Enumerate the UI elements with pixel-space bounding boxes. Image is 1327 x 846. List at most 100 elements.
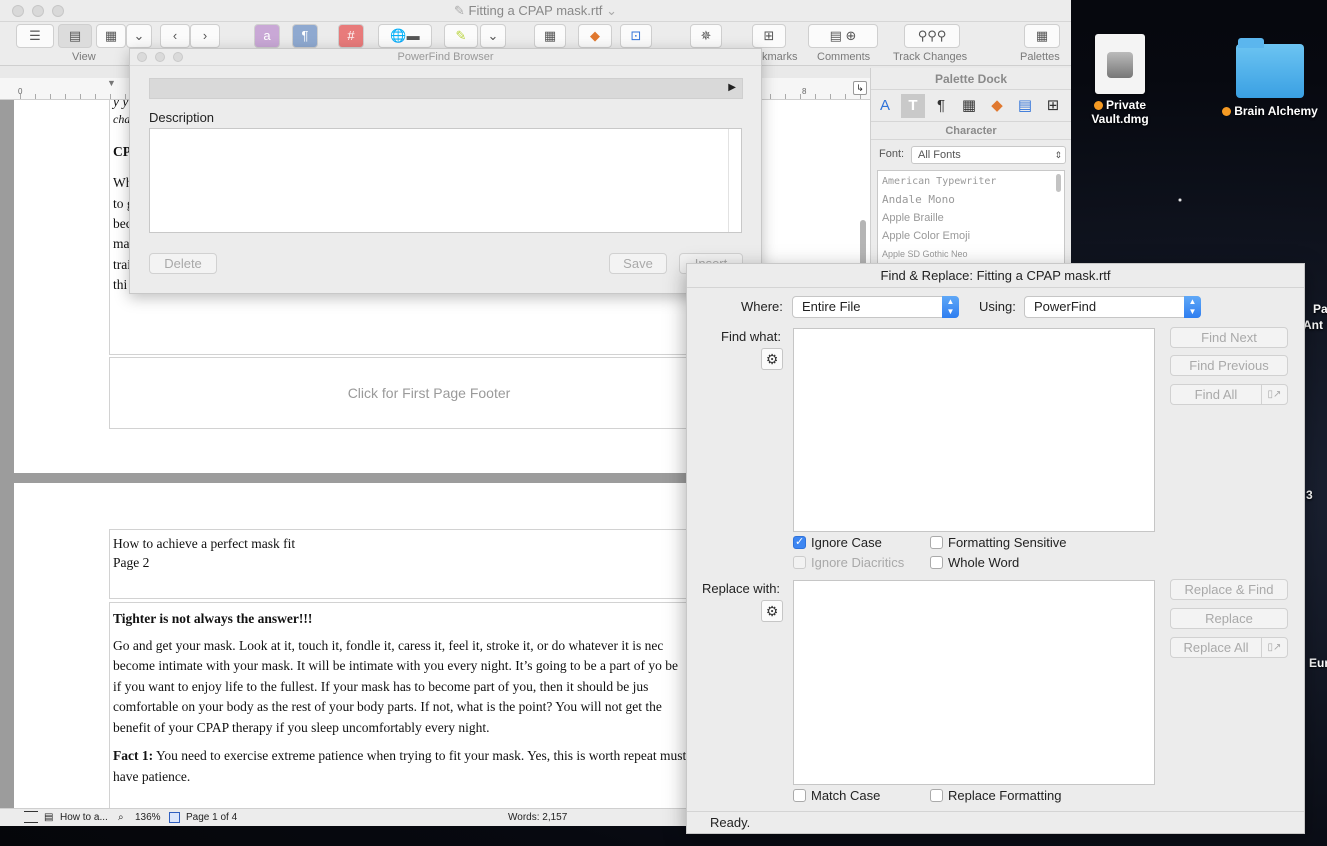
body-paragraph: Go and get your mask. Look at it, touch … [113,637,679,735]
zoom-level[interactable]: 136% [135,809,161,826]
comments-button[interactable]: ▤ ⊕ [808,24,878,48]
back-button[interactable]: ‹ [160,24,190,48]
language-button[interactable]: 🌐▬ [378,24,432,48]
list-icon: ☰ [29,28,41,43]
section-palette-icon[interactable]: ▤ [1013,94,1037,118]
play-arrow-icon[interactable]: ▶ [728,82,736,93]
palettes-button[interactable]: ▦ [1024,24,1060,48]
edge-label: 3 [1306,488,1313,502]
first-page-footer[interactable]: Click for First Page Footer [109,357,749,429]
zoom-icon[interactable] [173,52,183,62]
title-chevron-icon[interactable]: ⌄ [606,3,617,18]
shapes-button[interactable]: ◆ [578,24,612,48]
character-palette-icon[interactable]: A [873,94,897,118]
book-icon: ⊞ [763,28,775,43]
section-button[interactable]: # [338,24,364,48]
font-list-item[interactable]: Apple SD Gothic Neo [882,245,1060,263]
find-previous-button[interactable]: Find Previous [1170,355,1288,376]
layout-icon[interactable] [24,811,38,823]
table-palette-icon[interactable]: ▦ [957,94,981,118]
forward-button[interactable]: › [190,24,220,48]
formatting-sensitive-checkbox[interactable]: Formatting Sensitive [930,535,1067,550]
powerfind-path-bar[interactable]: ▶ [149,78,743,99]
close-icon[interactable] [137,52,147,62]
description-textarea[interactable] [149,128,742,233]
document-icon: ▤ [44,812,54,823]
delete-button[interactable]: Delete [149,253,217,274]
save-button[interactable]: Save [609,253,667,274]
document-icon: ✎ [454,3,469,18]
paragraph-palette-icon[interactable]: ¶ [929,94,953,118]
replace-and-find-button[interactable]: Replace & Find [1170,579,1288,600]
ruler-corner-icon[interactable]: ↳ [853,81,867,95]
ignore-case-checkbox[interactable]: Ignore Case [793,535,882,550]
chevron-down-icon: ⌄ [487,28,499,43]
find-replace-title[interactable]: Find & Replace: Fitting a CPAP mask.rtf [687,264,1304,288]
match-case-checkbox[interactable]: Match Case [793,788,880,803]
document-name[interactable]: How to a... [60,809,108,826]
replace-with-textarea[interactable] [793,580,1155,785]
font-list[interactable]: American Typewriter Andale Mono Apple Br… [877,170,1065,268]
page-indicator[interactable]: Page 1 of 4 [186,809,237,826]
find-next-button[interactable]: Find Next [1170,327,1288,348]
powerfind-title[interactable]: PowerFind Browser [130,49,761,66]
fact-text: You need to exercise extreme patience wh… [113,748,687,784]
grid-view-button[interactable]: ▦ [96,24,126,48]
view-menu-button[interactable]: ⌄ [126,24,152,48]
find-what-textarea[interactable] [793,328,1155,532]
page-2-header[interactable]: How to achieve a perfect mask fit Page 2 [109,529,749,599]
find-all-button[interactable]: Find All ▯↗ [1170,384,1288,405]
using-select[interactable]: PowerFind ▲ ▼ [1024,296,1201,318]
disk-image-icon [1095,34,1145,94]
table-button[interactable]: ▦ [534,24,566,48]
find-options-button[interactable]: ⚙ [761,348,783,370]
where-select[interactable]: Entire File ▲ ▼ [792,296,959,318]
bookmarks-button[interactable]: ⊞ [752,24,786,48]
replace-options-button[interactable]: ⚙ [761,600,783,622]
font-label: Font: [879,148,905,160]
text-box-button[interactable]: ⊡ [620,24,652,48]
where-label: Where: [741,299,783,314]
text-palette-icon[interactable]: T [901,94,925,118]
page-2-body[interactable]: Tighter is not always the answer!!! Go a… [109,602,749,808]
replace-all-button[interactable]: Replace All ▯↗ [1170,637,1288,658]
highlight-button[interactable]: ✎ [444,24,478,48]
shapes-palette-icon[interactable]: ◆ [985,94,1009,118]
find-all-menu-icon[interactable]: ▯↗ [1261,385,1287,404]
replace-formatting-checkbox[interactable]: Replace Formatting [930,788,1061,803]
font-list-item[interactable]: Andale Mono [882,191,1060,209]
font-list-item[interactable]: Apple Braille [882,209,1060,227]
find-status: Ready. [687,811,1304,833]
navigator-button[interactable]: ✵ [690,24,722,48]
minimize-icon[interactable] [155,52,165,62]
sidebar-toggle-button[interactable]: ☰ [16,24,54,48]
palette-tabs: A T ¶ ▦ ◆ ▤ ⊞ [871,90,1071,122]
text-box-icon: ⊡ [630,28,642,43]
ignore-diacritics-checkbox[interactable]: Ignore Diacritics [793,555,904,570]
zoom-icon[interactable] [52,5,64,17]
character-style-button[interactable]: a [254,24,280,48]
font-list-scrollbar[interactable] [1056,174,1061,192]
desktop-icon-brain-alchemy[interactable]: Brain Alchemy [1215,38,1325,118]
page-view-button[interactable]: ▤ [58,24,92,48]
tag-dot-icon [1222,107,1232,117]
highlight-menu-button[interactable]: ⌄ [480,24,506,48]
replace-all-menu-icon[interactable]: ▯↗ [1261,638,1287,657]
window-titlebar[interactable]: ✎ Fitting a CPAP mask.rtf ⌄ [0,0,1071,22]
track-changes-button[interactable]: ⚲⚲⚲ [904,24,960,48]
hash-icon: # [347,28,355,43]
whole-word-checkbox[interactable]: Whole Word [930,555,1019,570]
book-palette-icon[interactable]: ⊞ [1041,94,1065,118]
font-collection-select[interactable]: All Fonts ⇕ [911,146,1066,164]
font-list-item[interactable]: American Typewriter [882,173,1060,191]
comments-label: Comments [817,51,871,63]
paragraph-style-button[interactable]: ¶ [292,24,318,48]
view-label: View [72,51,96,63]
close-icon[interactable] [12,5,24,17]
font-list-item[interactable]: Apple Color Emoji [882,227,1060,245]
indent-marker-icon[interactable]: ▼ [107,78,116,88]
desktop-icon-private-vault[interactable]: Private Vault.dmg [1085,34,1155,126]
replace-button[interactable]: Replace [1170,608,1288,629]
checkbox-checked-icon [793,535,806,550]
minimize-icon[interactable] [32,5,44,17]
